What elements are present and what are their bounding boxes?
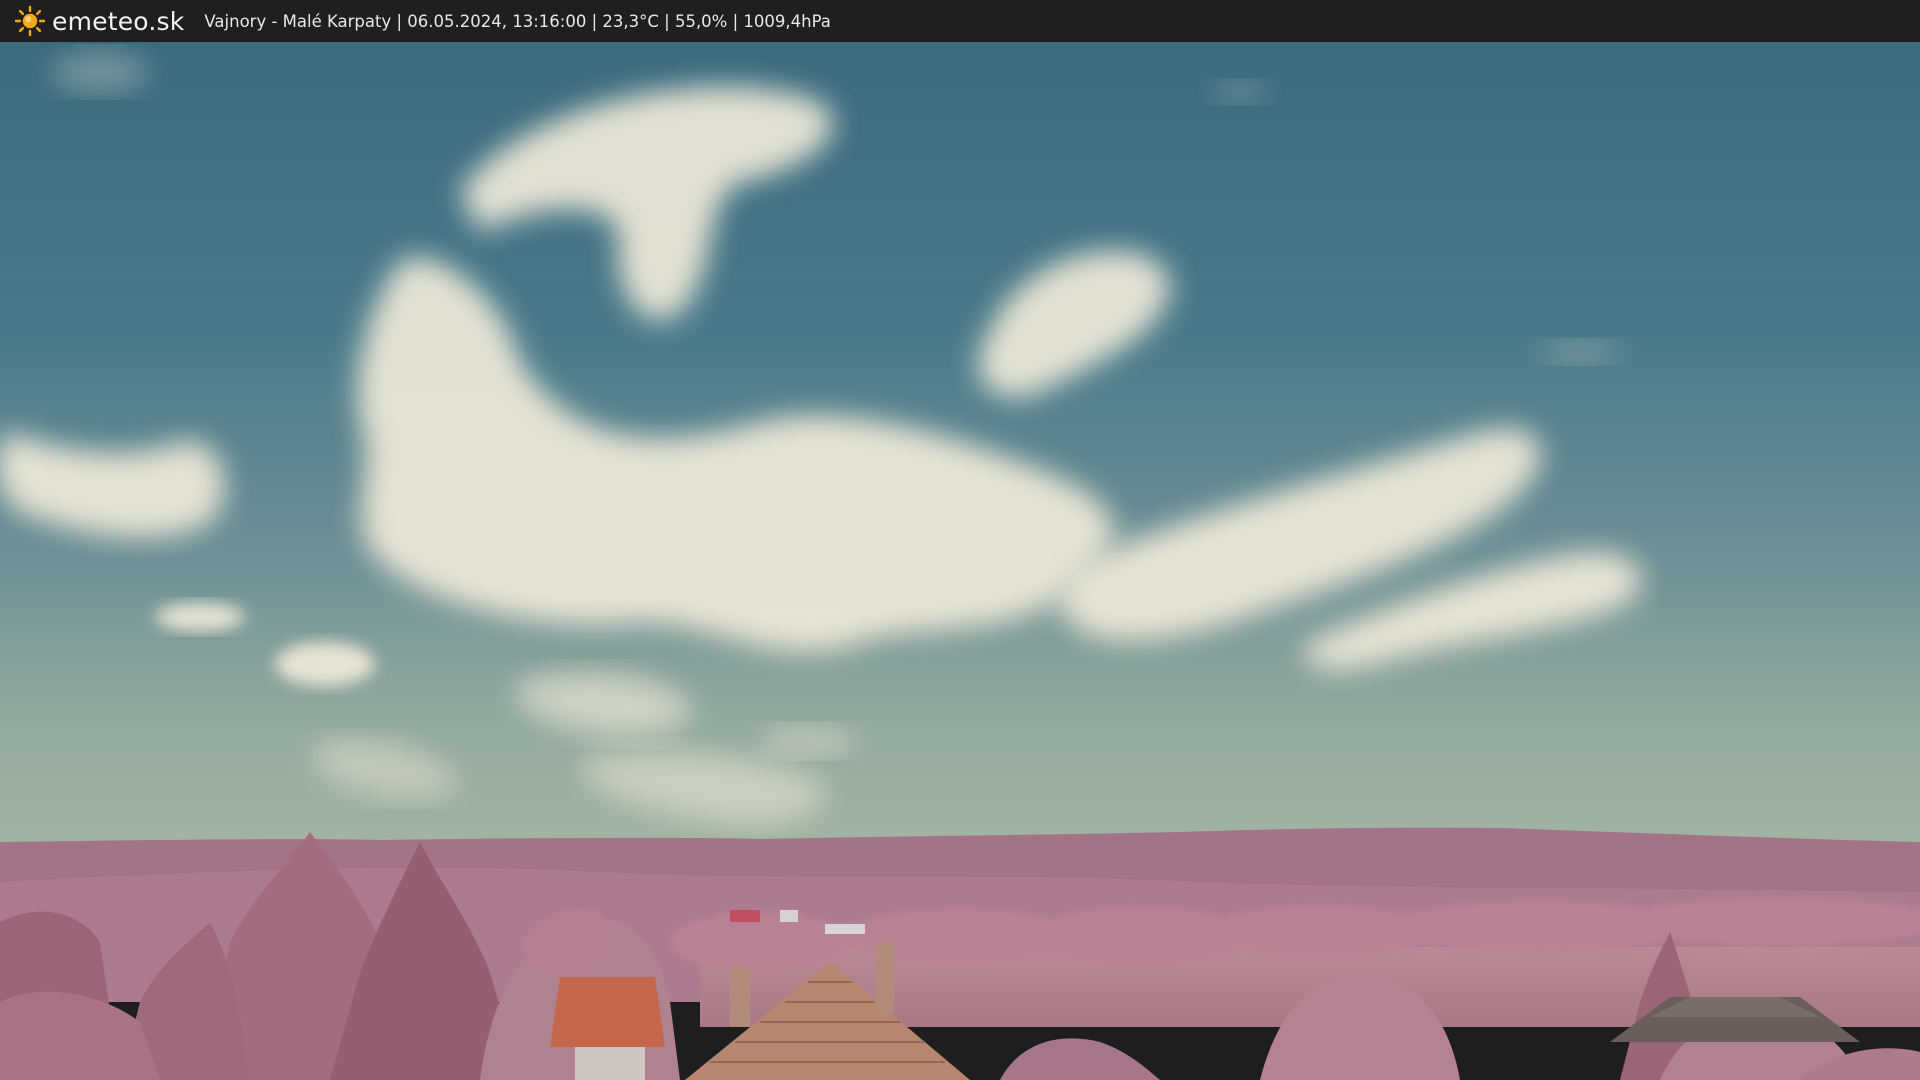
webcam-image (0, 42, 1920, 1080)
distant-house (825, 924, 865, 934)
distant-house (730, 910, 760, 922)
sun-icon (14, 5, 46, 37)
landscape-scene (0, 42, 1920, 1080)
camera-caption: Vajnory - Malé Karpaty | 06.05.2024, 13:… (204, 11, 831, 31)
top-bar: emeteo.sk Vajnory - Malé Karpaty | 06.05… (0, 0, 1920, 42)
distant-house (780, 910, 798, 922)
brand-name: emeteo.sk (52, 6, 185, 36)
brand[interactable]: emeteo.sk (14, 0, 184, 42)
webcam-page: emeteo.sk Vajnory - Malé Karpaty | 06.05… (0, 0, 1920, 1080)
